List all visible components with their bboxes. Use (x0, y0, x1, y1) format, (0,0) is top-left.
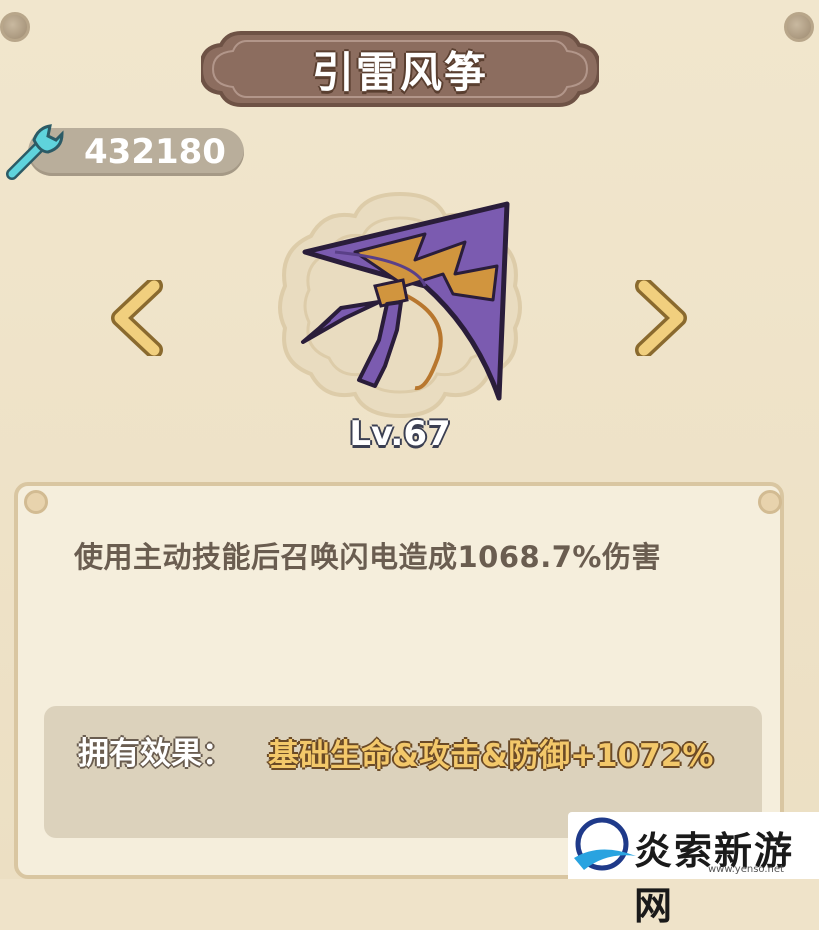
chevron-left-icon[interactable] (110, 277, 166, 359)
panel-stud (24, 490, 48, 514)
watermark-logo: 炎索新游网 www.yenso.net (568, 812, 819, 928)
watermark-brand: 炎索新游网 (634, 829, 795, 928)
watermark-url: www.yenso.net (708, 864, 784, 875)
effect-value: 基础生命&攻击&防御+1072% (268, 738, 714, 774)
kite-icon (301, 201, 510, 401)
effect-label: 拥有效果： (78, 736, 233, 772)
swoosh-icon (574, 817, 636, 871)
item-title: 引雷风筝 (311, 47, 488, 97)
item-level: Lv.67 (349, 414, 451, 454)
currency-amount: 432180 (84, 132, 226, 172)
panel-stud (758, 490, 782, 514)
skill-description: 使用主动技能后召唤闪电造成1068.7%伤害 (74, 540, 661, 574)
item-icon-frame (275, 190, 525, 420)
corner-stud (0, 12, 30, 42)
wrench-icon (4, 118, 68, 182)
chevron-right-icon[interactable] (632, 277, 688, 359)
title-plaque: 引雷风筝 (201, 27, 599, 111)
item-detail-window: 引雷风筝 432180 Lv.67 使用主动技能后召唤闪电造成1068.7%伤害… (0, 0, 819, 928)
corner-stud (784, 12, 814, 42)
